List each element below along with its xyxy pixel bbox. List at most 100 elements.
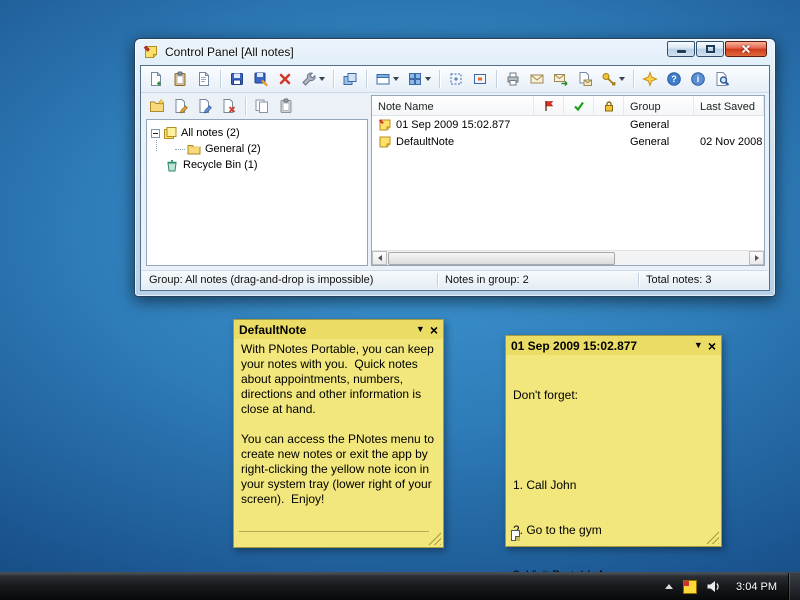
column-complete[interactable] xyxy=(564,96,594,115)
note-titlebar[interactable]: 01 Sep 2009 15:02.877 ▼ × xyxy=(506,336,721,355)
tree-collapse-icon[interactable] xyxy=(151,128,160,138)
note-close-icon[interactable]: × xyxy=(708,339,716,353)
control-panel-window: Control Panel [All notes] ? i All notes … xyxy=(134,38,776,297)
column-group[interactable]: Group xyxy=(624,96,694,115)
paste-note-icon[interactable] xyxy=(275,95,297,117)
recycle-bin-icon xyxy=(165,158,179,172)
note-footer-divider xyxy=(239,531,429,532)
close-icon xyxy=(741,44,751,54)
add-group-icon[interactable] xyxy=(146,95,168,117)
caret-down-icon xyxy=(393,77,399,81)
note-menu-icon[interactable]: ▼ xyxy=(416,325,425,334)
taskbar: 3:04 PM xyxy=(0,572,800,600)
tray-expand-button[interactable] xyxy=(660,584,678,589)
new-note-icon[interactable] xyxy=(145,68,167,90)
note-menu-icon[interactable]: ▼ xyxy=(694,341,703,350)
about-icon[interactable]: i xyxy=(687,68,709,90)
groups-toolbar xyxy=(142,93,371,119)
column-priority[interactable] xyxy=(534,96,564,115)
caret-down-icon xyxy=(619,77,625,81)
volume-icon[interactable] xyxy=(706,579,721,594)
window-title: Control Panel [All notes] xyxy=(165,45,294,59)
column-note-name[interactable]: Note Name xyxy=(372,96,534,115)
note-last-saved: 02 Nov 2008 21: xyxy=(700,135,764,148)
folder-icon xyxy=(187,142,201,156)
arrow-left-icon xyxy=(377,255,382,261)
pnotes-tray-icon[interactable] xyxy=(683,579,698,594)
rename-note-icon[interactable] xyxy=(194,95,216,117)
tree-item-general[interactable]: General (2) xyxy=(151,141,365,157)
tree-item-all-notes[interactable]: All notes (2) xyxy=(151,125,365,141)
resize-grip-icon[interactable] xyxy=(428,532,441,545)
status-notes-in-group: Notes in group: 2 xyxy=(445,274,529,286)
caret-down-icon xyxy=(425,77,431,81)
note-title: DefaultNote xyxy=(239,322,307,337)
tree-item-recycle-bin[interactable]: Recycle Bin (1) xyxy=(151,157,365,173)
note-line: 2. Go to the gym xyxy=(513,523,602,537)
toolbar-separator xyxy=(220,70,221,88)
maximize-button[interactable] xyxy=(696,41,724,57)
note-name: DefaultNote xyxy=(396,135,455,148)
centralize-icon[interactable] xyxy=(469,68,491,90)
minimize-button[interactable] xyxy=(667,41,695,57)
export-notes-icon[interactable] xyxy=(574,68,596,90)
load-note-icon[interactable] xyxy=(193,68,215,90)
visibility-icon[interactable] xyxy=(372,68,402,90)
preferences-icon[interactable] xyxy=(298,68,328,90)
edit-note-icon[interactable] xyxy=(170,95,192,117)
note-icon xyxy=(378,135,392,149)
sticky-note-default: DefaultNote ▼ × With PNotes Portable, yo… xyxy=(233,319,444,548)
list-header: Note Name Group Last Saved xyxy=(372,96,764,116)
help-icon[interactable]: ? xyxy=(663,68,685,90)
print-icon[interactable] xyxy=(502,68,524,90)
duplicate-note-icon[interactable] xyxy=(339,68,361,90)
column-last-saved[interactable]: Last Saved xyxy=(694,96,764,115)
desktop: Control Panel [All notes] ? i All notes … xyxy=(0,0,800,600)
note-titlebar[interactable]: DefaultNote ▼ × xyxy=(234,320,443,339)
send-note-icon[interactable] xyxy=(550,68,572,90)
note-from-clipboard-icon[interactable] xyxy=(169,68,191,90)
send-email-icon[interactable] xyxy=(526,68,548,90)
list-row-note2[interactable]: DefaultNote General 02 Nov 2008 21: xyxy=(372,133,764,150)
app-note-icon xyxy=(143,44,159,60)
check-icon xyxy=(573,100,585,112)
copy-note-icon[interactable] xyxy=(251,95,273,117)
arrange-icon[interactable] xyxy=(404,68,434,90)
delete-note-icon[interactable] xyxy=(274,68,296,90)
taskbar-clock[interactable]: 3:04 PM xyxy=(725,581,788,593)
note-group: General xyxy=(630,135,670,148)
remove-note-icon[interactable] xyxy=(218,95,240,117)
tree-label: All notes (2) xyxy=(181,127,240,139)
window-middle: All notes (2) General (2) Recycle Bin (1… xyxy=(142,93,768,269)
scrollbar-thumb[interactable] xyxy=(388,252,616,265)
changed-note-icon xyxy=(378,118,392,132)
favorites-icon[interactable] xyxy=(639,68,661,90)
toolbar-separator xyxy=(439,70,440,88)
scroll-right-button[interactable] xyxy=(749,251,764,265)
note-close-icon[interactable]: × xyxy=(430,323,438,337)
toolbar-separator xyxy=(333,70,334,88)
save-as-icon[interactable] xyxy=(250,68,272,90)
list-row-note1[interactable]: 01 Sep 2009 15:02.877 General xyxy=(372,116,764,133)
show-desktop-button[interactable] xyxy=(788,572,800,600)
minimize-icon xyxy=(676,50,686,53)
caret-down-icon xyxy=(319,77,325,81)
svg-text:i: i xyxy=(697,74,700,84)
scroll-left-button[interactable] xyxy=(372,251,387,265)
note-title: 01 Sep 2009 15:02.877 xyxy=(511,338,638,353)
system-tray: 3:04 PM xyxy=(660,572,800,600)
save-note-icon[interactable] xyxy=(226,68,248,90)
column-protection[interactable] xyxy=(594,96,624,115)
adjust-size-icon[interactable] xyxy=(445,68,467,90)
preview-icon[interactable] xyxy=(711,68,733,90)
note-body-text[interactable]: With PNotes Portable, you can keep your … xyxy=(234,339,443,510)
left-column: All notes (2) General (2) Recycle Bin (1… xyxy=(142,93,371,269)
window-titlebar[interactable]: Control Panel [All notes] xyxy=(135,39,775,65)
note-body-text[interactable]: Don't forget: 1. Call John 2. Go to the … xyxy=(506,355,721,600)
status-group: Group: All notes (drag-and-drop is impos… xyxy=(149,274,374,286)
horizontal-scrollbar[interactable] xyxy=(372,250,764,265)
tree-label: Recycle Bin (1) xyxy=(183,159,258,171)
close-button[interactable] xyxy=(725,41,767,57)
password-icon[interactable] xyxy=(598,68,628,90)
